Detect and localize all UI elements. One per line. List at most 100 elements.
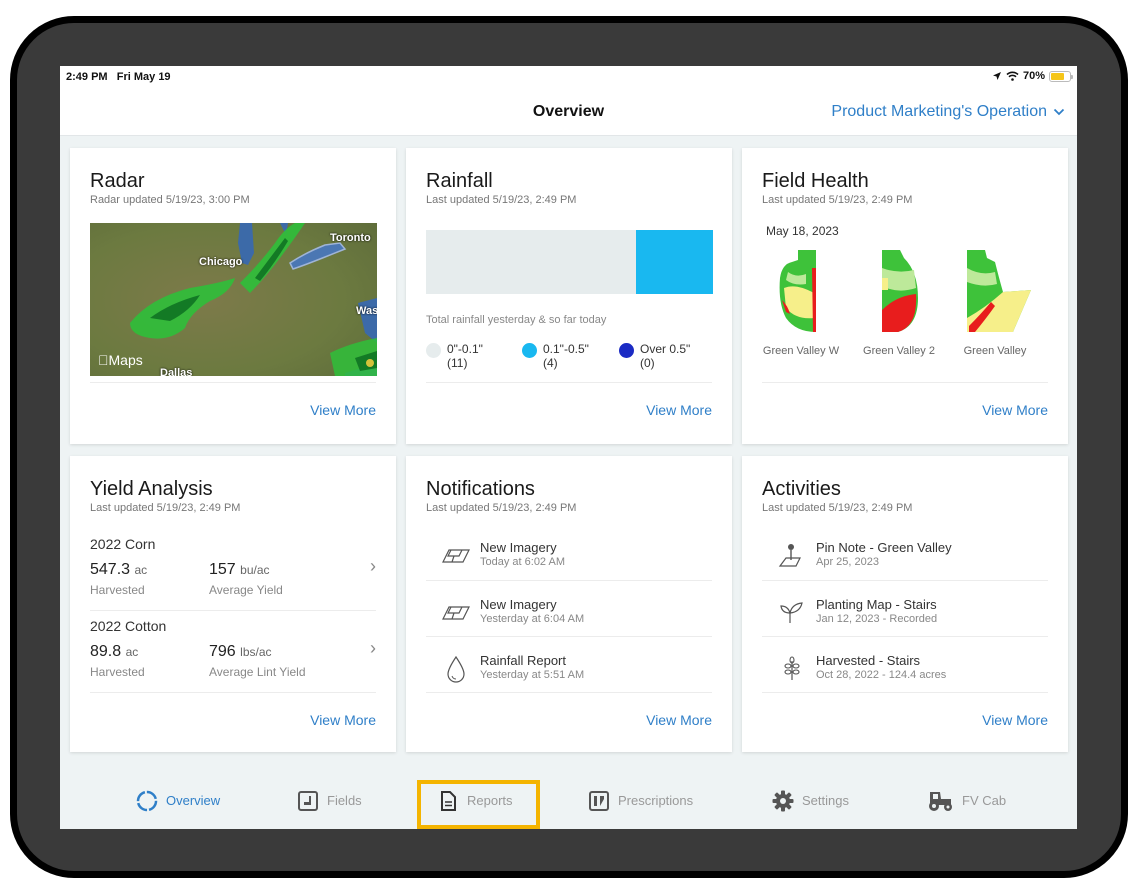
field-thumbnail[interactable]: Green Valley bbox=[950, 248, 1040, 357]
gear-icon bbox=[772, 790, 794, 812]
tab-prescriptions[interactable]: Prescriptions bbox=[588, 772, 693, 829]
divider bbox=[762, 382, 1048, 383]
tab-fields[interactable]: Fields bbox=[297, 772, 362, 829]
card-title: Activities bbox=[762, 478, 841, 500]
seedling-icon bbox=[780, 602, 803, 623]
activity-item[interactable]: Planting Map - Stairs Jan 12, 2023 - Rec… bbox=[778, 595, 1048, 651]
imagery-icon bbox=[442, 549, 470, 563]
reports-highlight-box bbox=[417, 780, 540, 829]
card-subtitle: Last updated 5/19/23, 2:49 PM bbox=[426, 194, 577, 206]
field-health-card[interactable]: Field Health Last updated 5/19/23, 2:49 … bbox=[742, 148, 1068, 444]
battery-percent: 70% bbox=[1022, 70, 1045, 82]
field-thumbnail[interactable]: Green Valley W bbox=[756, 248, 846, 357]
average-yield: 796 lbs/ac bbox=[209, 643, 272, 660]
field-health-map bbox=[967, 250, 1031, 332]
crop-name: 2022 Cotton bbox=[90, 618, 167, 634]
tab-label: Prescriptions bbox=[618, 793, 694, 808]
radar-view-more-link[interactable]: View More bbox=[310, 402, 376, 418]
tab-label: Overview bbox=[166, 793, 221, 808]
overview-ring-icon bbox=[136, 790, 158, 812]
legend-item-high: Over 0.5" (0) bbox=[619, 342, 690, 370]
activity-title: Pin Note - Green Valley bbox=[816, 540, 952, 555]
card-subtitle: Last updated 5/19/23, 2:49 PM bbox=[762, 502, 913, 514]
notification-item[interactable]: New Imagery Today at 6:02 AM bbox=[442, 538, 712, 594]
chevron-right-icon[interactable]: › bbox=[370, 638, 376, 659]
map-label-washington: Was bbox=[356, 305, 377, 317]
fields-icon bbox=[297, 790, 319, 812]
legend-dot bbox=[426, 343, 441, 358]
wheat-icon bbox=[784, 656, 800, 680]
card-subtitle: Last updated 5/19/23, 2:49 PM bbox=[90, 502, 241, 514]
field-health-view-more-link[interactable]: View More bbox=[982, 402, 1048, 418]
yield-item-corn[interactable]: 2022 Corn 547.3 ac Harvested 157 bu/ac A… bbox=[90, 536, 376, 606]
rainfall-card[interactable]: Rainfall Last updated 5/19/23, 2:49 PM T… bbox=[406, 148, 732, 444]
field-name: Green Valley 2 bbox=[863, 345, 935, 357]
yield-analysis-card[interactable]: Yield Analysis Last updated 5/19/23, 2:4… bbox=[70, 456, 396, 752]
pin-note-icon bbox=[778, 544, 801, 567]
legend-dot bbox=[522, 343, 537, 358]
rainfall-distribution-bar bbox=[426, 230, 713, 294]
divider bbox=[762, 692, 1048, 693]
yield-item-cotton[interactable]: 2022 Cotton 89.8 ac Harvested 796 lbs/ac… bbox=[90, 618, 376, 688]
notification-item[interactable]: Rainfall Report Yesterday at 5:51 AM bbox=[442, 651, 712, 707]
card-title: Notifications bbox=[426, 478, 535, 500]
card-title: Yield Analysis bbox=[90, 478, 213, 500]
wifi-icon bbox=[1006, 71, 1019, 81]
raindrop-icon bbox=[447, 655, 465, 683]
tab-fv-cab[interactable]: FV Cab bbox=[926, 772, 1006, 829]
divider bbox=[90, 610, 376, 611]
chevron-right-icon[interactable]: › bbox=[370, 556, 376, 577]
imagery-icon bbox=[442, 606, 470, 620]
field-name: Green Valley bbox=[963, 345, 1027, 357]
legend-dot bbox=[619, 343, 634, 358]
divider bbox=[90, 382, 376, 383]
time-text: 2:49 PM bbox=[66, 71, 108, 83]
card-subtitle: Last updated 5/19/23, 2:49 PM bbox=[426, 502, 577, 514]
activity-title: Planting Map - Stairs bbox=[816, 597, 937, 612]
average-yield: 157 bu/ac bbox=[209, 561, 270, 578]
legend-item-low: 0"-0.1" (11) bbox=[426, 342, 483, 370]
activities-view-more-link[interactable]: View More bbox=[982, 712, 1048, 728]
notification-time: Today at 6:02 AM bbox=[480, 556, 565, 568]
legend-text: Over 0.5" (0) bbox=[640, 342, 691, 370]
notification-item[interactable]: New Imagery Yesterday at 6:04 AM bbox=[442, 595, 712, 651]
divider bbox=[762, 636, 1048, 637]
field-thumbnail[interactable]: Green Valley 2 bbox=[854, 248, 944, 357]
divider bbox=[90, 692, 376, 693]
imagery-date: May 18, 2023 bbox=[766, 224, 839, 238]
tab-overview[interactable]: Overview bbox=[136, 772, 220, 829]
field-health-map bbox=[779, 250, 816, 332]
divider bbox=[426, 692, 712, 693]
notifications-card[interactable]: Notifications Last updated 5/19/23, 2:49… bbox=[406, 456, 732, 752]
yield-label: Average Lint Yield bbox=[209, 665, 306, 679]
divider bbox=[426, 382, 712, 383]
yield-view-more-link[interactable]: View More bbox=[310, 712, 376, 728]
harvested-label: Harvested bbox=[90, 665, 145, 679]
operation-selector[interactable]: Product Marketing's Operation bbox=[831, 103, 1065, 121]
rainfall-view-more-link[interactable]: View More bbox=[646, 402, 712, 418]
activities-card[interactable]: Activities Last updated 5/19/23, 2:49 PM… bbox=[742, 456, 1068, 752]
tab-settings[interactable]: Settings bbox=[772, 772, 849, 829]
activity-date: Apr 25, 2023 bbox=[816, 556, 879, 568]
radar-map[interactable]: Toronto Chicago Was Dallas Maps bbox=[90, 223, 377, 376]
card-subtitle: Radar updated 5/19/23, 3:00 PM bbox=[90, 194, 250, 206]
status-time: 2:49 PM Fri May 19 bbox=[66, 71, 171, 83]
activity-date: Jan 12, 2023 - Recorded bbox=[816, 613, 938, 625]
crop-name: 2022 Corn bbox=[90, 536, 156, 552]
activity-item[interactable]: Pin Note - Green Valley Apr 25, 2023 bbox=[778, 538, 1048, 594]
divider bbox=[762, 580, 1048, 581]
field-health-map bbox=[882, 250, 918, 332]
maps-text: Maps bbox=[98, 352, 143, 368]
notification-title: Rainfall Report bbox=[480, 653, 566, 668]
rainfall-bar-segment-0 bbox=[426, 230, 637, 294]
card-title: Field Health bbox=[762, 170, 869, 192]
status-bar: 2:49 PM Fri May 19 70% bbox=[60, 66, 1077, 88]
divider bbox=[426, 636, 712, 637]
yield-label: Average Yield bbox=[209, 583, 283, 597]
tractor-icon bbox=[926, 790, 954, 812]
activity-title: Harvested - Stairs bbox=[816, 653, 921, 668]
radar-card[interactable]: Radar Radar updated 5/19/23, 3:00 PM Tor… bbox=[70, 148, 396, 444]
activity-item[interactable]: Harvested - Stairs Oct 28, 2022 - 124.4 … bbox=[778, 651, 1048, 707]
notifications-view-more-link[interactable]: View More bbox=[646, 712, 712, 728]
legend-text: 0"-0.1" (11) bbox=[447, 342, 483, 370]
